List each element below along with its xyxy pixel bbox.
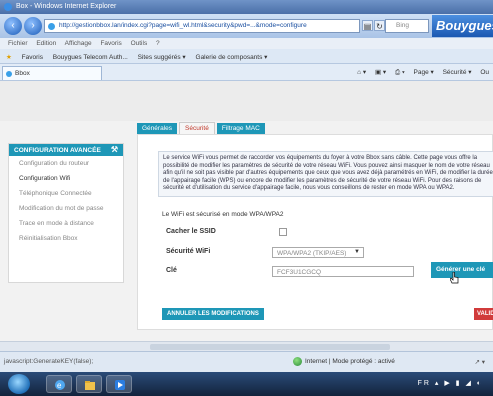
system-tray[interactable]: FR ▴ ▶ ▮ ◢ ◐ — [418, 379, 483, 387]
info-box: Le service WiFi vous permet de raccorder… — [158, 151, 493, 197]
cancel-button[interactable]: ANNULER LES MODIFICATIONS — [162, 308, 264, 320]
horizontal-scrollbar[interactable] — [0, 341, 493, 351]
zoom-control[interactable]: ↗ ▾ — [474, 358, 485, 366]
wifi-security-label: Sécurité WiFi — [166, 248, 211, 255]
start-button[interactable] — [8, 374, 30, 394]
forward-arrow-icon[interactable]: › — [24, 17, 42, 35]
fav-item-suggested[interactable]: Sites suggérés ▾ — [138, 54, 186, 61]
tab-favicon-icon — [6, 71, 12, 77]
site-favicon-icon — [48, 23, 55, 30]
menu-help[interactable]: ? — [156, 40, 160, 47]
ie-logo-icon — [4, 3, 12, 11]
cmd-page[interactable]: Page ▾ — [414, 69, 434, 76]
taskbar-ie[interactable]: e — [46, 375, 72, 393]
sidebar-item-reset[interactable]: Réinitialisation Bbox — [9, 231, 123, 246]
navigation-bar: ‹ › http://gestionbbox.lan/index.cgi?pag… — [0, 14, 493, 38]
tab-security[interactable]: Sécurité — [179, 122, 215, 134]
fav-item-gallery[interactable]: Galerie de composants ▾ — [196, 54, 268, 61]
hand-cursor-icon — [450, 272, 459, 284]
cmd-tools[interactable]: Ou — [480, 69, 489, 76]
media-player-icon — [115, 380, 125, 390]
security-zone-text: Internet | Mode protégé : activé — [305, 358, 395, 365]
sidebar-item-password[interactable]: Modification du mot de passe — [9, 201, 123, 216]
feeds-icon[interactable]: ▣ ▾ — [375, 69, 386, 76]
web-page: Générales Sécurité Filtrage MAC CONFIGURAT… — [0, 81, 493, 351]
taskbar: e FR ▴ ▶ ▮ ◢ ◐ — [0, 372, 493, 396]
sidebar-title: CONFIGURATION AVANCÉE ⚒ — [9, 144, 123, 156]
hide-ssid-label: Cacher le SSID — [166, 228, 216, 235]
taskbar-explorer[interactable] — [76, 375, 102, 393]
folder-icon — [85, 381, 95, 390]
tab-bbox[interactable]: Bbox — [2, 66, 102, 80]
refresh-icon[interactable]: ↻ — [374, 20, 385, 31]
back-arrow-icon[interactable]: ‹ — [4, 17, 22, 35]
taskbar-media[interactable] — [106, 375, 132, 393]
sidebar-item-wifi[interactable]: Configuration Wifi — [9, 171, 123, 186]
tools-icon: ⚒ — [110, 145, 118, 154]
favorites-star-icon: ★ — [6, 54, 12, 61]
generate-key-button[interactable]: Générer une clé — [431, 262, 493, 278]
menu-view[interactable]: Affichage — [65, 40, 92, 47]
search-input[interactable]: Bing — [385, 19, 429, 33]
tab-label: Bbox — [15, 70, 30, 77]
internet-zone-icon — [293, 357, 302, 366]
window-title: Box - Windows Internet Explorer — [16, 3, 117, 10]
key-value: FCF3U1CGCQ — [277, 269, 322, 276]
sidebar-item-remote[interactable]: Trace en mode à distance — [9, 216, 123, 231]
sidebar-item-router[interactable]: Configuration du routeur — [9, 156, 123, 171]
wifi-security-select[interactable]: WPA/WPA2 (TKIP/AES) ▼ — [272, 247, 364, 258]
page-header — [0, 81, 493, 121]
menu-favorites[interactable]: Favoris — [100, 40, 121, 47]
sidebar-title-text: CONFIGURATION AVANCÉE — [14, 147, 101, 154]
status-link-text: javascript:GenerateKEY(false); — [4, 358, 94, 365]
svg-text:e: e — [57, 381, 62, 390]
address-bar[interactable]: http://gestionbbox.lan/index.cgi?page=wi… — [44, 19, 360, 33]
menu-file[interactable]: Fichier — [8, 40, 28, 47]
chevron-down-icon: ▼ — [354, 249, 360, 255]
sidebar: CONFIGURATION AVANCÉE ⚒ Configuration du… — [8, 143, 124, 283]
key-input[interactable]: FCF3U1CGCQ — [272, 266, 414, 277]
favorites-bar: ★ Favoris Bouygues Telecom Auth... Sites… — [0, 49, 493, 64]
home-icon[interactable]: ⌂ ▾ — [357, 69, 366, 76]
search-placeholder: Bing — [396, 22, 410, 29]
internet-explorer-icon: e — [55, 380, 65, 390]
title-bar: Box - Windows Internet Explorer — [0, 0, 493, 14]
print-icon[interactable]: ⎙ ▾ — [395, 69, 405, 76]
security-panel: Le service WiFi vous permet de raccorder… — [137, 134, 493, 330]
cmd-security[interactable]: Sécurité ▾ — [443, 69, 472, 76]
command-bar: ⌂ ▾ ▣ ▾ ⎙ ▾ Page ▾ Sécurité ▾ Ou — [350, 68, 489, 77]
fav-item-bouygues[interactable]: Bouygues Telecom Auth... — [53, 54, 128, 61]
compat-view-icon[interactable]: ▤ — [362, 20, 373, 31]
fav-item-favoris[interactable]: Favoris — [22, 54, 43, 61]
bouygues-logo: Bouygues — [432, 15, 493, 37]
hide-ssid-checkbox[interactable] — [279, 228, 287, 236]
tab-row: Bbox ⌂ ▾ ▣ ▾ ⎙ ▾ Page ▾ Sécurité ▾ Ou — [0, 64, 493, 81]
sidebar-item-phone[interactable]: Téléphonique Connectée — [9, 186, 123, 201]
menu-tools[interactable]: Outils — [131, 40, 148, 47]
scrollbar-thumb[interactable] — [150, 344, 390, 350]
validate-button[interactable]: VALIDER — [474, 308, 493, 320]
browser-window: Box - Windows Internet Explorer ‹ › http… — [0, 0, 493, 372]
wpa-status-text: Le WiFi est sécurisé en mode WPA/WPA2 — [162, 211, 284, 218]
url-text: http://gestionbbox.lan/index.cgi?page=wi… — [59, 22, 307, 29]
menu-bar: Fichier Edition Affichage Favoris Outils… — [0, 38, 493, 49]
key-label: Clé — [166, 267, 177, 274]
status-bar: javascript:GenerateKEY(false); Internet … — [0, 351, 493, 372]
wifi-security-value: WPA/WPA2 (TKIP/AES) — [277, 250, 347, 257]
menu-edit[interactable]: Edition — [36, 40, 56, 47]
